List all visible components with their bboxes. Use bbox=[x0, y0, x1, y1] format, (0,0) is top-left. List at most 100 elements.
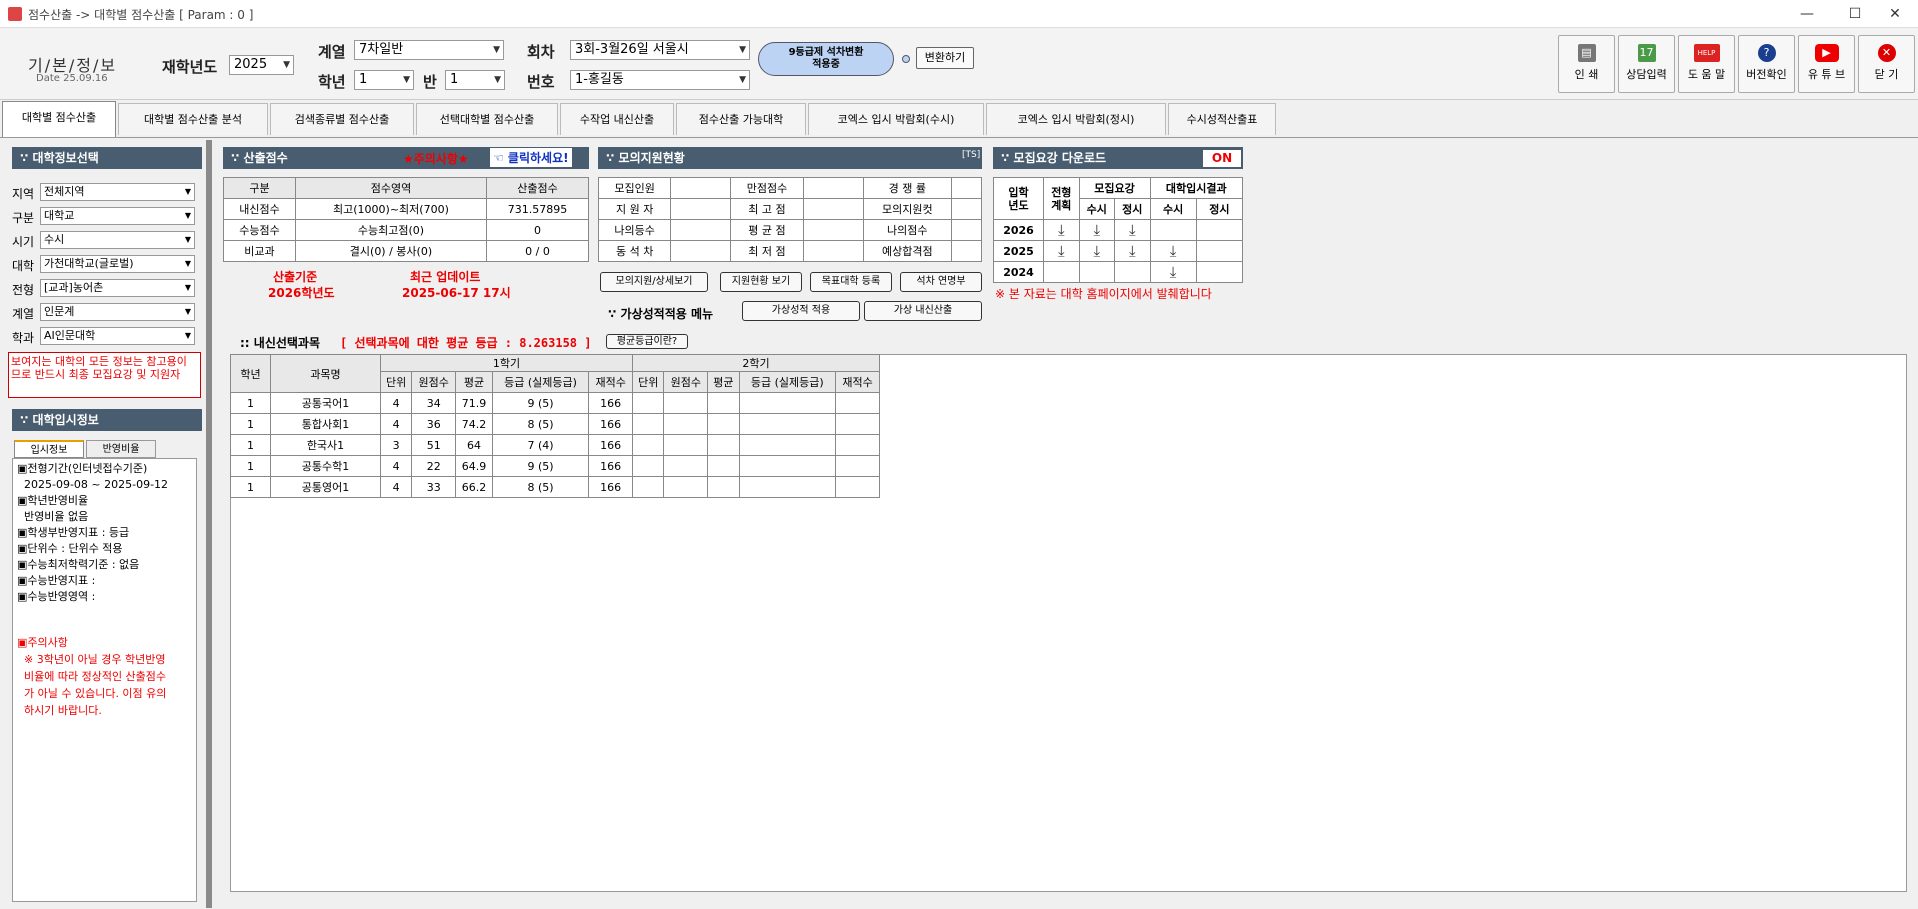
dl-cell bbox=[1078, 261, 1116, 283]
dl-cell[interactable]: ⤓ bbox=[1114, 219, 1151, 241]
close-window-button[interactable]: ✕ bbox=[1872, 0, 1918, 28]
dl-cell[interactable]: ⤓ bbox=[1149, 240, 1197, 262]
cell: 수능점수 bbox=[223, 219, 296, 241]
click-notice[interactable]: ☜ 클릭하세요! bbox=[490, 148, 572, 167]
year-value: 2025 bbox=[234, 57, 268, 72]
admission-lines: ▣전형기간(인터넷접수기준) 2025-09-08 ~ 2025-09-12 ▣… bbox=[13, 459, 196, 607]
download-toggle[interactable]: ON bbox=[1203, 150, 1241, 167]
cell: 731.57895 bbox=[486, 198, 589, 220]
download-icon[interactable]: ⤓ bbox=[1129, 221, 1136, 239]
cell bbox=[632, 413, 665, 435]
field-select[interactable]: 인문계 ▼ bbox=[40, 303, 195, 321]
period-select[interactable]: 수시 ▼ bbox=[40, 231, 195, 249]
category-select[interactable]: 대학교 ▼ bbox=[40, 207, 195, 225]
tab-manual-calc[interactable]: 수작업 내신산출 bbox=[560, 103, 674, 135]
help-button[interactable]: HELP 도 움 말 bbox=[1678, 35, 1735, 93]
h-avg: 평균 bbox=[707, 371, 740, 393]
univ-info-warning: 보여지는 대학의 모든 정보는 참고용이 므로 반드시 최종 모집요강 및 지원… bbox=[8, 352, 201, 398]
version-button[interactable]: ? 버전확인 bbox=[1738, 35, 1795, 93]
univ-value: 가천대학교(글로벌) bbox=[44, 257, 134, 270]
download-icon[interactable]: ⤓ bbox=[1170, 242, 1177, 260]
dl-result-jeongsi: 정시 bbox=[1195, 198, 1244, 220]
dl-cell[interactable]: ⤓ bbox=[1149, 261, 1197, 283]
cell: 4 bbox=[379, 455, 413, 477]
chevron-down-icon: ▼ bbox=[403, 75, 410, 85]
app-icon bbox=[8, 7, 22, 21]
tab-reflection-ratio[interactable]: 반영비율 bbox=[86, 440, 156, 458]
region-select[interactable]: 전체지역 ▼ bbox=[40, 183, 195, 201]
grade-select[interactable]: 1 ▼ bbox=[354, 70, 414, 90]
download-icon[interactable]: ⤓ bbox=[1093, 242, 1100, 260]
tab-search-type[interactable]: 검색종류별 점수산출 bbox=[270, 103, 414, 135]
download-icon[interactable]: ⤓ bbox=[1170, 263, 1177, 281]
chevron-down-icon: ▼ bbox=[739, 45, 746, 55]
cell: 8 (5) bbox=[491, 476, 590, 498]
consult-button[interactable]: 17 상담입력 bbox=[1618, 35, 1675, 93]
mock-detail-button[interactable]: 모의지원/상세보기 bbox=[600, 272, 708, 292]
period-value: 수시 bbox=[44, 233, 65, 246]
admission-type-select[interactable]: [교과]농어촌 ▼ bbox=[40, 279, 195, 297]
avg-grade-help-button[interactable]: 평균등급이란? bbox=[606, 334, 688, 349]
cell bbox=[707, 455, 740, 477]
class-select[interactable]: 1 ▼ bbox=[445, 70, 505, 90]
number-select[interactable]: 1-홍길동 ▼ bbox=[570, 70, 750, 90]
target-univ-button[interactable]: 목표대학 등록 bbox=[810, 272, 892, 292]
table-row[interactable]: 1 공통국어1 4 34 71.9 9 (5) 166 bbox=[230, 392, 880, 414]
class-label: 반 bbox=[423, 73, 437, 91]
cell bbox=[951, 240, 982, 262]
dl-cell[interactable]: ⤓ bbox=[1078, 219, 1116, 241]
dl-guide-susi: 수시 bbox=[1078, 198, 1116, 220]
dl-cell[interactable]: ⤓ bbox=[1043, 219, 1080, 241]
close-app-button[interactable]: ✕ 닫 기 bbox=[1858, 35, 1915, 93]
tab-selected-univ[interactable]: 선택대학별 점수산출 bbox=[416, 103, 558, 135]
info-line: ▣단위수 : 단위수 적용 bbox=[17, 542, 123, 555]
minimize-button[interactable]: — bbox=[1784, 0, 1830, 28]
cell: 0 / 0 bbox=[486, 240, 589, 262]
univ-select[interactable]: 가천대학교(글로벌) ▼ bbox=[40, 255, 195, 273]
convert-button[interactable]: 변환하기 bbox=[916, 47, 974, 69]
grade-label: 학년 bbox=[318, 73, 346, 91]
year-select[interactable]: 2025 ▼ bbox=[229, 55, 294, 75]
cell: 36 bbox=[411, 413, 457, 435]
info-line: ▣학년반영비율 bbox=[17, 494, 89, 507]
field-label: 계열 bbox=[12, 307, 35, 321]
tab-coex-jeongsi[interactable]: 코엑스 입시 박람회(정시) bbox=[986, 103, 1166, 135]
table-row[interactable]: 1 공통영어1 4 33 66.2 8 (5) 166 bbox=[230, 476, 880, 498]
apply-status-button[interactable]: 지원현황 보기 bbox=[720, 272, 802, 292]
window-title: 점수산출 -> 대학별 점수산출 [ Param : 0 ] bbox=[28, 8, 254, 22]
dl-cell[interactable]: ⤓ bbox=[1043, 240, 1080, 262]
caution-title: ▣주의사항 bbox=[17, 636, 68, 649]
tab-admission-info[interactable]: 입시정보 bbox=[14, 440, 84, 458]
rank-list-button[interactable]: 석차 연명부 bbox=[900, 272, 982, 292]
download-icon[interactable]: ⤓ bbox=[1093, 221, 1100, 239]
dl-cell bbox=[1149, 219, 1197, 241]
cell: 1 bbox=[230, 455, 271, 477]
tab-susi-table[interactable]: 수시성적산출표 bbox=[1168, 103, 1276, 135]
tab-possible-univ[interactable]: 점수산출 가능대학 bbox=[676, 103, 806, 135]
youtube-label: 유 튜 브 bbox=[1807, 68, 1846, 81]
virtual-calc-button[interactable]: 가상 내신산출 bbox=[864, 301, 982, 321]
dept-select[interactable]: AI인문대학 ▼ bbox=[40, 327, 195, 345]
notice-label[interactable]: ★주의사항★ bbox=[403, 150, 469, 167]
dl-cell[interactable]: ⤓ bbox=[1078, 240, 1116, 262]
download-icon[interactable]: ⤓ bbox=[1058, 221, 1065, 239]
tab-univ-score[interactable]: 대학별 점수산출 bbox=[2, 101, 116, 137]
splitter[interactable] bbox=[206, 140, 212, 908]
virtual-apply-button[interactable]: 가상성적 적용 bbox=[742, 301, 860, 321]
period-label: 시기 bbox=[12, 235, 35, 249]
table-row[interactable]: 1 통합사회1 4 36 74.2 8 (5) 166 bbox=[230, 413, 880, 435]
track-select[interactable]: 7차일반 ▼ bbox=[354, 40, 504, 60]
print-button[interactable]: ▤ 인 쇄 bbox=[1558, 35, 1615, 93]
table-row[interactable]: 1 한국사1 3 51 64 7 (4) 166 bbox=[230, 434, 880, 456]
h-rank: 등급 (실제등급) bbox=[738, 371, 837, 393]
round-select[interactable]: 3회-3월26일 서울시 ▼ bbox=[570, 40, 750, 60]
dl-cell[interactable]: ⤓ bbox=[1114, 240, 1151, 262]
download-icon[interactable]: ⤓ bbox=[1129, 242, 1136, 260]
table-row[interactable]: 1 공통수학1 4 22 64.9 9 (5) 166 bbox=[230, 455, 880, 477]
tab-univ-analysis[interactable]: 대학별 점수산출 분석 bbox=[118, 103, 268, 135]
cell: 66.2 bbox=[455, 476, 493, 498]
download-icon[interactable]: ⤓ bbox=[1058, 242, 1065, 260]
youtube-button[interactable]: ▶ 유 튜 브 bbox=[1798, 35, 1855, 93]
table-row: 나의등수 평 균 점 나의점수 bbox=[597, 219, 982, 241]
tab-coex-susi[interactable]: 코엑스 입시 박람회(수시) bbox=[808, 103, 984, 135]
